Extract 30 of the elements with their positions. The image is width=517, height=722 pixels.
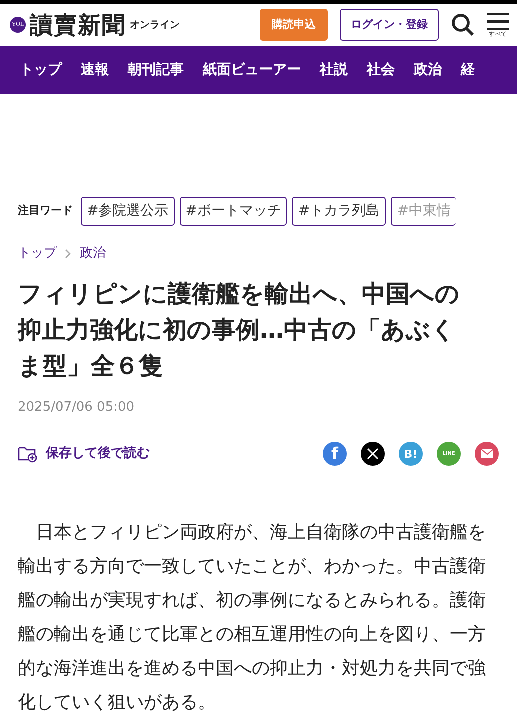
nav-link[interactable]: 社説	[320, 60, 348, 80]
article-date: 2025/07/06 05:00	[17, 398, 136, 416]
mail-share-button[interactable]	[475, 442, 499, 466]
keyword-tag[interactable]: #トカラ列島	[292, 197, 386, 226]
breadcrumb-link[interactable]: トップ	[18, 244, 57, 264]
breadcrumb-link[interactable]: 政治	[80, 244, 106, 264]
nav-link[interactable]: 紙面ビューアー	[203, 60, 301, 80]
chevron-icon	[65, 248, 72, 259]
nav-link[interactable]: 政治	[414, 60, 442, 80]
nav-link[interactable]: 社会	[367, 60, 395, 80]
envelope-icon	[480, 449, 494, 459]
nav-link[interactable]: 朝刊記事	[128, 60, 184, 80]
site-logo[interactable]: 讀賣新聞	[30, 14, 126, 36]
article-body: 日本とフィリピン両政府が、海上自衛隊の中古護衛艦を輸出する方向で一致していたことが、わかった。中古護衛艦の輸出が実現すれば、初の事例になるとみられる。護衛艦の輸出を通じて比軍との相互運用性の向上を図り、一方的な海洋進出を進める中国への抑止力・対処力を共同で強化していく狙いがある。	[17, 521, 487, 715]
menu-icon[interactable]	[487, 12, 509, 32]
login-button[interactable]: ログイン・登録	[340, 8, 439, 42]
keyword-tag[interactable]: #参院選公示	[81, 197, 175, 226]
logo-subtitle: オンライン	[130, 18, 180, 32]
facebook-share-button[interactable]: f	[323, 442, 347, 466]
search-icon[interactable]	[451, 13, 475, 37]
trending-label: 注目ワード	[18, 203, 73, 220]
article-title: フィリピンに護衛艦を輸出へ、中国への抑止力強化に初の事例…中古の「あぶくま型」全６隻	[16, 278, 461, 382]
keyword-tag[interactable]: #ボートマッチ	[180, 197, 288, 226]
folder-add-icon	[18, 445, 38, 463]
nav-link[interactable]: 経	[461, 60, 475, 80]
save-for-later-link[interactable]: 保存して後で読む	[18, 444, 150, 464]
nav-link[interactable]: 速報	[81, 60, 109, 80]
nav-link[interactable]: トップ	[20, 60, 62, 80]
x-logo-icon	[367, 448, 379, 460]
x-share-button[interactable]	[361, 442, 385, 466]
